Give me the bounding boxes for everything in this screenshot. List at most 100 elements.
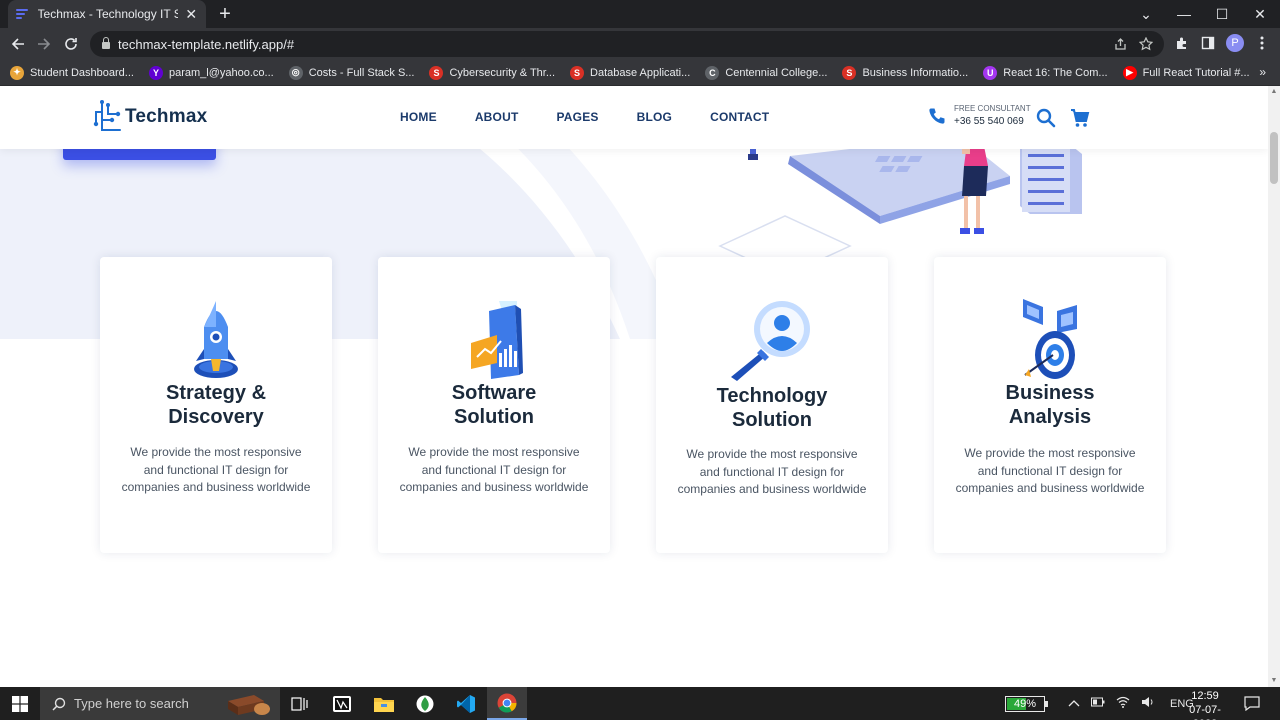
main-nav: HOME ABOUT PAGES BLOG CONTACT: [400, 110, 807, 124]
service-card-strategy[interactable]: Strategy & Discovery We provide the most …: [100, 257, 332, 553]
logo-text: Techmax: [125, 106, 208, 127]
card-description: We provide the most responsive and funct…: [121, 445, 311, 494]
new-tab-button[interactable]: +: [214, 4, 236, 26]
volume-icon[interactable]: [1141, 696, 1155, 711]
clock-date: 07-07-2023: [1189, 704, 1221, 720]
bookmark-item[interactable]: U React 16: The Com...: [983, 65, 1108, 80]
bookmark-label: Costs - Full Stack S...: [308, 66, 415, 79]
bookmarks-overflow-button[interactable]: »: [1259, 65, 1266, 79]
phone-icon: [929, 108, 945, 124]
url-text[interactable]: techmax-template.netlify.app/#: [118, 37, 294, 52]
taskbar-app-vscode[interactable]: [446, 687, 486, 720]
bookmark-star-icon[interactable]: [1138, 36, 1154, 52]
profile-avatar[interactable]: P: [1226, 34, 1244, 52]
bookmark-item[interactable]: ◎ Costs - Full Stack S...: [288, 65, 415, 80]
bookmark-item[interactable]: ▶ Full React Tutorial #...: [1122, 65, 1250, 80]
chocolate-widget-icon: [228, 695, 270, 715]
taskbar-clock[interactable]: 12:59 07-07-2023: [1178, 689, 1232, 720]
bookmark-item[interactable]: C Centennial College...: [705, 65, 828, 80]
task-view-button[interactable]: [280, 687, 320, 720]
share-icon[interactable]: [1112, 36, 1128, 52]
back-button[interactable]: [6, 32, 30, 56]
page-scrollbar[interactable]: ▲ ▼: [1268, 86, 1280, 687]
notification-icon[interactable]: [1244, 695, 1260, 716]
bookmark-item[interactable]: Yparam_l@yahoo.co...: [148, 65, 274, 80]
cart-icon[interactable]: [1070, 108, 1090, 128]
nav-contact[interactable]: CONTACT: [710, 110, 769, 124]
techmax-favicon-icon: [16, 7, 30, 21]
chrome-icon: [497, 693, 517, 713]
site-header: Techmax HOME ABOUT PAGES BLOG CONTACT FR…: [0, 86, 1268, 149]
bookmark-item[interactable]: S Business Informatio...: [842, 65, 968, 80]
s-icon: S: [429, 65, 444, 80]
forward-button[interactable]: [32, 32, 56, 56]
browser-titlebar: Techmax - Technology IT Solution ✕ + ⌄ —…: [0, 0, 1280, 28]
bookmark-item[interactable]: S Cybersecurity & Thr...: [429, 65, 555, 80]
system-tray: ENG: [1068, 687, 1194, 720]
bookmark-label: React 16: The Com...: [1003, 66, 1108, 79]
chevron-up-icon[interactable]: [1068, 698, 1080, 710]
udemy-icon: U: [983, 65, 998, 80]
service-card-technology[interactable]: Technology Solution We provide the most r…: [656, 257, 888, 553]
card-description: We provide the most responsive and funct…: [955, 446, 1145, 495]
taskbar-app-file-explorer[interactable]: [364, 687, 404, 720]
s-icon: S: [570, 65, 585, 80]
scroll-thumb[interactable]: [1270, 132, 1278, 184]
taskbar-app-chrome[interactable]: [487, 687, 527, 720]
globe-icon: ◎: [288, 65, 303, 80]
search-placeholder: Type here to search: [74, 696, 189, 711]
maximize-button[interactable]: ☐: [1203, 0, 1241, 28]
c-icon: C: [705, 65, 720, 80]
nav-pages[interactable]: PAGES: [556, 110, 598, 124]
reload-icon: [65, 38, 77, 50]
apps-icon: ✦: [10, 65, 24, 80]
tab-title: Techmax - Technology IT Solution: [37, 7, 179, 21]
media-app-icon: [333, 695, 351, 712]
bookmark-item[interactable]: ✦ Student Dashboard...: [10, 65, 134, 80]
circuit-logo-icon: [93, 100, 121, 131]
menu-kebab-icon[interactable]: [1252, 33, 1272, 53]
wifi-icon[interactable]: [1116, 696, 1130, 711]
bookmark-label: Database Applicati...: [590, 66, 691, 79]
card-description: We provide the most responsive and funct…: [399, 445, 589, 494]
bookmark-label: Full React Tutorial #...: [1142, 66, 1250, 79]
scroll-down-icon[interactable]: ▼: [1270, 677, 1278, 685]
close-window-button[interactable]: ✕: [1241, 0, 1279, 28]
consultant-phone[interactable]: +36 55 540 069: [954, 116, 1031, 127]
windows-start-button[interactable]: [0, 687, 40, 720]
taskbar-app-media[interactable]: [322, 687, 362, 720]
nav-blog[interactable]: BLOG: [637, 110, 672, 124]
vscode-icon: [457, 694, 475, 713]
lock-icon: [102, 37, 110, 49]
address-bar[interactable]: techmax-template.netlify.app/#: [90, 31, 1164, 57]
scroll-up-icon[interactable]: ▲: [1270, 88, 1278, 96]
folder-icon: [374, 697, 394, 712]
tab-close-icon[interactable]: ✕: [184, 6, 198, 23]
techmax-logo[interactable]: Techmax: [92, 100, 207, 134]
taskbar-app-green[interactable]: [405, 687, 445, 720]
service-card-business[interactable]: Business Analysis We provide the most res…: [934, 257, 1166, 553]
search-icon[interactable]: [1036, 108, 1056, 128]
battery-indicator[interactable]: 49%: [1005, 696, 1045, 712]
bookmark-label: Student Dashboard...: [30, 66, 134, 79]
side-panel-icon[interactable]: [1198, 33, 1218, 53]
service-card-software[interactable]: Software Solution We provide the most res…: [378, 257, 610, 553]
bookmark-item[interactable]: S Database Applicati...: [570, 65, 691, 80]
browser-tab[interactable]: Techmax - Technology IT Solution ✕: [8, 0, 206, 28]
nav-home[interactable]: HOME: [400, 110, 437, 124]
consultant-label: FREE CONSULTANT: [954, 104, 1031, 113]
chart-icon: [471, 301, 523, 379]
free-consultant[interactable]: FREE CONSULTANT +36 55 540 069: [928, 104, 1031, 127]
battery-tray-icon[interactable]: [1091, 697, 1105, 710]
battery-nub: [1045, 701, 1048, 707]
taskbar-search-input[interactable]: Type here to search: [40, 687, 280, 720]
extensions-icon[interactable]: [1172, 33, 1192, 53]
reload-button[interactable]: [59, 32, 83, 56]
tab-search-icon[interactable]: ⌄: [1127, 0, 1165, 28]
nav-about[interactable]: ABOUT: [475, 110, 519, 124]
bookmark-label: Centennial College...: [725, 66, 828, 79]
card-description: We provide the most responsive and funct…: [677, 447, 867, 496]
minimize-button[interactable]: —: [1165, 0, 1203, 28]
battery-percent: 49%: [1013, 698, 1037, 710]
arrow-right-icon: [38, 38, 51, 50]
